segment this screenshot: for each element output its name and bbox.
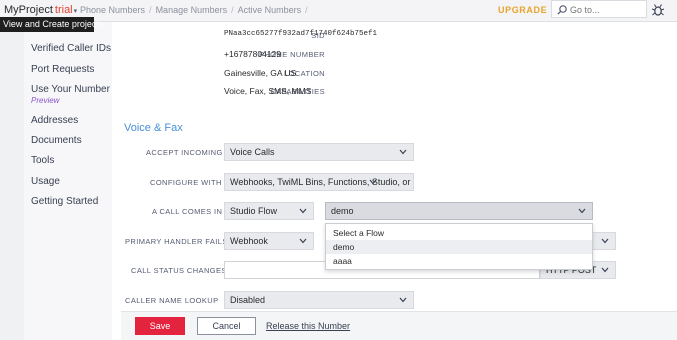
chevron-down-icon xyxy=(399,149,407,155)
search-box[interactable] xyxy=(551,0,647,18)
call-status-changes-label: CALL STATUS CHANGES xyxy=(131,266,227,275)
sidebar-item-verified-caller-ids[interactable]: Verified Caller IDs xyxy=(31,43,111,54)
chevron-down-icon xyxy=(578,208,586,214)
chevron-down-icon xyxy=(369,179,377,185)
sidebar-item-getting-started[interactable]: Getting Started xyxy=(31,196,98,207)
save-button[interactable]: Save xyxy=(135,317,185,335)
chevron-down-icon xyxy=(299,208,307,214)
location-value: Gainesville, GA US xyxy=(224,68,297,78)
search-icon xyxy=(557,5,567,15)
chevron-down-icon xyxy=(299,238,307,244)
breadcrumb-separator: / xyxy=(231,5,234,15)
project-switcher[interactable]: MyProject trial▾ xyxy=(4,4,77,16)
breadcrumb: Phone Numbers / Manage Numbers / Active Numb… xyxy=(80,5,312,15)
sidebar-item-port-requests[interactable]: Port Requests xyxy=(31,64,94,75)
sid-value: PNaa3cc65277f932ad7f1740f624b75ef1 xyxy=(224,30,378,38)
sidebar-rail xyxy=(0,22,24,340)
sidebar-item-use-your-number[interactable]: Use Your Number xyxy=(31,84,110,95)
sidebar-item-addresses[interactable]: Addresses xyxy=(31,115,78,126)
call-comes-in-label: A CALL COMES IN xyxy=(152,207,223,216)
chevron-down-icon xyxy=(601,267,609,273)
sidebar-item-usage[interactable]: Usage xyxy=(31,176,60,187)
sidebar-item-documents[interactable]: Documents xyxy=(31,135,82,146)
accept-incoming-select[interactable]: Voice Calls xyxy=(224,143,414,161)
app-window: MyProject trial▾ Phone Numbers / Manage Num… xyxy=(0,0,677,340)
sidebar-item-tools[interactable]: Tools xyxy=(31,155,54,166)
capabilities-value: Voice, Fax, SMS, MMS xyxy=(224,86,312,96)
flow-dropdown-list: Select a Flow demo aaaa xyxy=(325,223,593,270)
configure-with-label: CONFIGURE WITH xyxy=(150,178,222,187)
search-input[interactable] xyxy=(570,3,644,16)
preview-badge: Preview xyxy=(31,96,60,105)
trial-badge: trial xyxy=(54,4,73,16)
number-config-panel: SID PNaa3cc65277f932ad7f1740f624b75ef1 P… xyxy=(112,22,677,340)
cancel-button[interactable]: Cancel xyxy=(197,317,256,335)
primary-handler-select[interactable]: Webhook xyxy=(224,232,314,250)
flow-option[interactable]: Select a Flow xyxy=(326,226,592,240)
caller-name-lookup-label: CALLER NAME LOOKUP xyxy=(125,296,219,305)
breadcrumb-separator: / xyxy=(305,5,308,15)
breadcrumb-separator: / xyxy=(149,5,152,15)
upgrade-link[interactable]: UPGRADE xyxy=(498,5,547,15)
call-comes-in-type-value: Studio Flow xyxy=(230,206,278,216)
chevron-down-icon xyxy=(601,238,609,244)
release-number-link[interactable]: Release this Number xyxy=(266,321,350,331)
breadcrumb-manage-numbers[interactable]: Manage Numbers xyxy=(156,5,228,15)
configure-with-select[interactable]: Webhooks, TwiML Bins, Functions, Studio,… xyxy=(224,173,414,191)
caller-name-lookup-select[interactable]: Disabled xyxy=(224,291,414,309)
breadcrumb-active-numbers[interactable]: Active Numbers xyxy=(238,5,302,15)
primary-handler-fails-label: PRIMARY HANDLER FAILS xyxy=(125,237,228,246)
call-comes-in-type-select[interactable]: Studio Flow xyxy=(224,202,314,220)
primary-handler-value: Webhook xyxy=(230,236,268,246)
debugger-icon[interactable] xyxy=(651,3,665,17)
caller-name-lookup-value: Disabled xyxy=(230,295,266,305)
configure-with-value: Webhooks, TwiML Bins, Functions, Studio,… xyxy=(230,177,413,187)
flow-select-value: demo xyxy=(331,206,354,216)
accept-incoming-value: Voice Calls xyxy=(230,147,275,157)
chevron-down-icon xyxy=(399,297,407,303)
flow-select[interactable]: demo xyxy=(325,202,593,220)
flow-option-highlighted[interactable]: demo xyxy=(326,240,592,254)
flow-option[interactable]: aaaa xyxy=(326,254,592,268)
phone-number-value: +16787804129 xyxy=(224,49,281,59)
project-name: MyProject xyxy=(4,4,53,16)
tooltip: View and Create projects xyxy=(0,17,103,32)
accept-incoming-label: ACCEPT INCOMING xyxy=(146,148,223,157)
sidebar: Verified Caller IDs Port Requests Use Yo… xyxy=(24,22,112,340)
section-title-voice-fax: Voice & Fax xyxy=(124,122,183,134)
breadcrumb-phone-numbers[interactable]: Phone Numbers xyxy=(80,5,145,15)
chevron-down-icon: ▾ xyxy=(73,8,78,15)
